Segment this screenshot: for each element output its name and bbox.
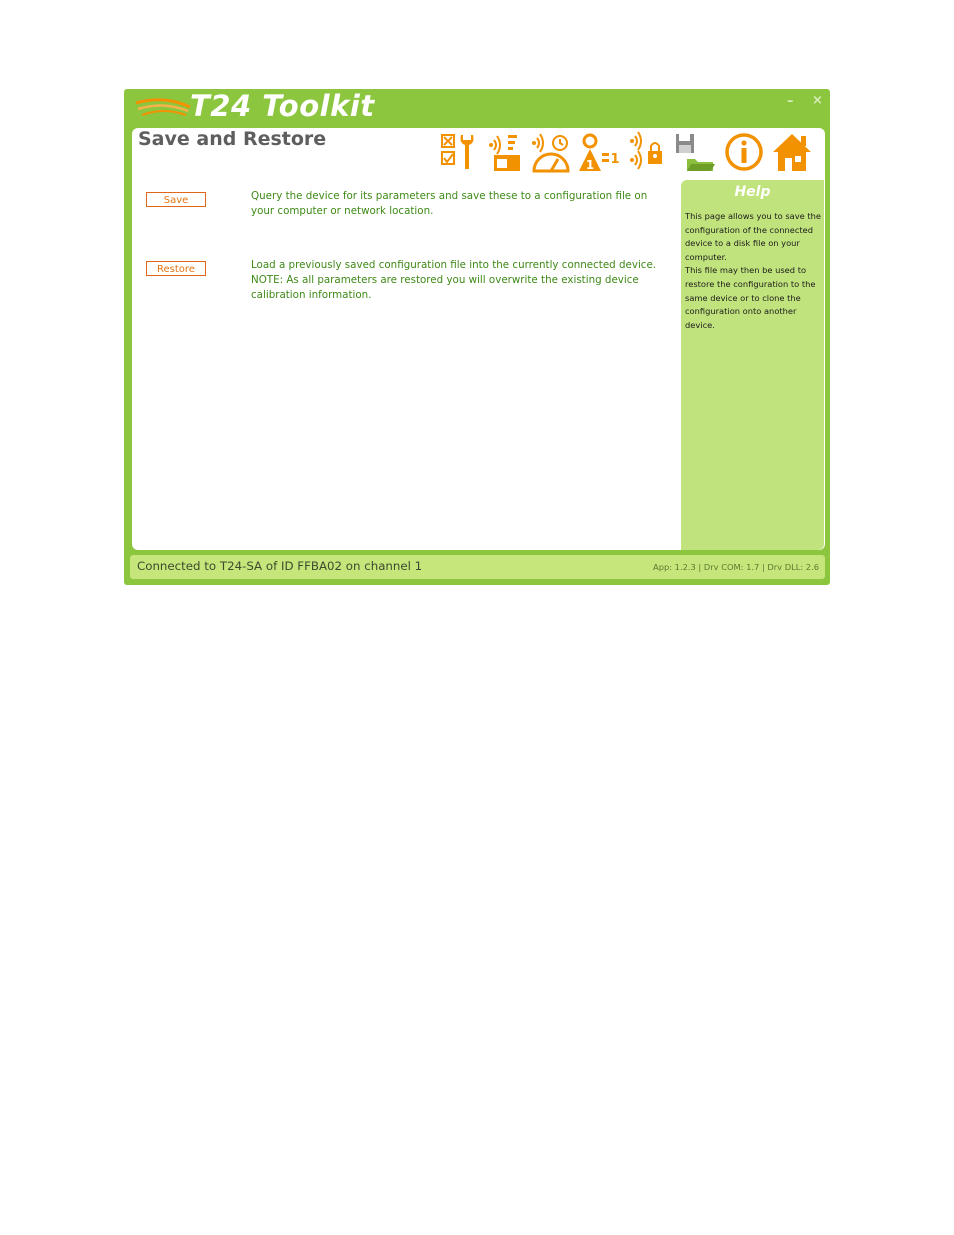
timing-dial-icon xyxy=(532,133,570,173)
home-icon xyxy=(773,134,811,171)
save-restore-icon xyxy=(676,134,715,171)
timing-button[interactable] xyxy=(528,131,572,173)
sensor-identify-icon: 1 1 xyxy=(579,133,620,172)
app-title: T24 Toolkit xyxy=(190,89,375,123)
radio-lock-button[interactable] xyxy=(625,131,669,173)
radio-lock-icon xyxy=(630,131,662,170)
help-paragraph: This file may then be used to restore th… xyxy=(685,265,816,330)
save-button[interactable]: Save xyxy=(146,192,206,207)
help-title: Help xyxy=(734,184,771,200)
close-button[interactable]: × xyxy=(812,94,823,108)
help-panel: Help This page allows you to save the co… xyxy=(681,180,824,550)
main-content: Save and Restore 1 1 Save Query the devi… xyxy=(132,128,825,550)
info-button[interactable] xyxy=(722,131,766,173)
connection-status: Connected to T24-SA of ID FFBA02 on chan… xyxy=(137,559,423,573)
radio-module-button[interactable] xyxy=(482,131,526,173)
configure-button[interactable] xyxy=(437,131,481,173)
svg-text:1: 1 xyxy=(610,152,619,167)
mantracourt-swoosh-logo xyxy=(135,98,191,116)
restore-description: Load a previously saved configuration fi… xyxy=(251,258,661,303)
help-paragraph: This page allows you to save the configu… xyxy=(685,211,821,262)
info-icon xyxy=(725,133,763,171)
version-info: App: 1.2.3 | Drv COM: 1.7 | Drv DLL: 2.6 xyxy=(653,562,819,572)
save-restore-button[interactable] xyxy=(673,131,717,173)
configure-wrench-icon xyxy=(441,134,474,169)
app-window: T24 Toolkit – × Save and Restore 1 1 Sav… xyxy=(124,89,830,585)
home-button[interactable] xyxy=(770,131,814,173)
restore-warning-note: NOTE: As all parameters are restored you… xyxy=(251,274,639,301)
page-title: Save and Restore xyxy=(138,128,327,150)
help-text: This page allows you to save the configu… xyxy=(685,210,823,332)
restore-description-text: Load a previously saved configuration fi… xyxy=(251,259,657,271)
restore-button[interactable]: Restore xyxy=(146,261,206,276)
title-bar: T24 Toolkit – × xyxy=(124,89,830,127)
svg-text:1: 1 xyxy=(586,158,594,172)
radio-module-icon xyxy=(489,135,520,171)
minimize-button[interactable]: – xyxy=(787,95,794,109)
save-description: Query the device for its parameters and … xyxy=(251,190,648,217)
status-bar: Connected to T24-SA of ID FFBA02 on chan… xyxy=(130,555,825,579)
identify-button[interactable]: 1 1 xyxy=(577,131,621,173)
